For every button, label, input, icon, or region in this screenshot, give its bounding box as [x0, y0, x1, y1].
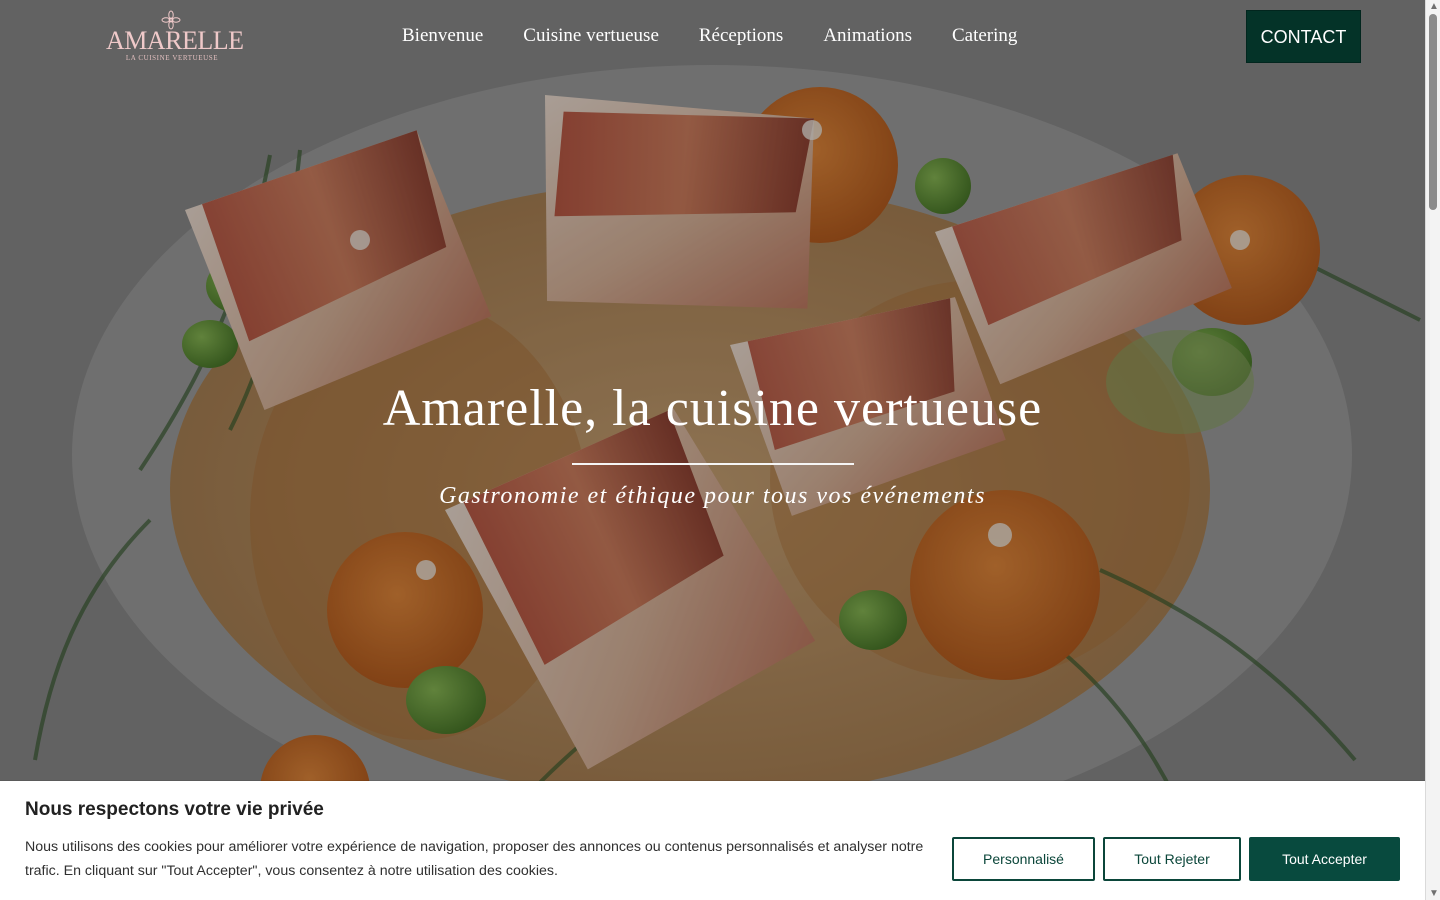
nav-link-cuisine-vertueuse[interactable]: Cuisine vertueuse — [523, 25, 659, 48]
cookie-reject-button[interactable]: Tout Rejeter — [1103, 837, 1241, 881]
scrollbar-thumb[interactable] — [1429, 14, 1437, 210]
hero-divider — [571, 463, 854, 466]
nav-link-catering[interactable]: Catering — [952, 25, 1017, 48]
hero-title: Amarelle, la cuisine vertueuse — [382, 380, 1043, 437]
logo-link[interactable]: AMARELLE LA CUISINE VERTUEUSE — [106, 10, 244, 64]
cookie-banner: Nous respectons votre vie privée Nous ut… — [0, 781, 1425, 900]
site-header: AMARELLE LA CUISINE VERTUEUSE Bienvenue … — [0, 0, 1425, 74]
chevron-down-icon[interactable]: ▼ — [1429, 889, 1439, 899]
hero-copy: Amarelle, la cuisine vertueuse Gastronom… — [0, 380, 1425, 510]
chevron-up-icon[interactable]: ▲ — [1429, 2, 1439, 12]
main-navigation: Bienvenue Cuisine vertueuse Réceptions A… — [402, 25, 1017, 48]
logo-tagline: LA CUISINE VERTUEUSE — [125, 54, 219, 62]
nav-link-animations[interactable]: Animations — [823, 25, 912, 48]
nav-link-bienvenue[interactable]: Bienvenue — [402, 25, 483, 48]
cookie-actions: Personnalisé Tout Rejeter Tout Accepter — [952, 837, 1400, 881]
cookie-description: Nous utilisons des cookies pour améliore… — [25, 839, 924, 879]
hero-subtitle: Gastronomie et éthique pour tous vos évé… — [439, 483, 986, 510]
cookie-accept-button[interactable]: Tout Accepter — [1249, 837, 1400, 881]
hero-section: AMARELLE LA CUISINE VERTUEUSE Bienvenue … — [0, 0, 1425, 900]
nav-link-receptions[interactable]: Réceptions — [699, 25, 783, 48]
contact-button[interactable]: CONTACT — [1246, 10, 1361, 63]
page-scrollbar[interactable]: ▲ ▼ — [1425, 0, 1440, 900]
cookie-title: Nous respectons votre vie privée — [25, 799, 324, 820]
logo-wordmark: AMARELLE — [106, 26, 244, 55]
cookie-customize-button[interactable]: Personnalisé — [952, 837, 1095, 881]
browser-viewport: AMARELLE LA CUISINE VERTUEUSE Bienvenue … — [0, 0, 1440, 900]
